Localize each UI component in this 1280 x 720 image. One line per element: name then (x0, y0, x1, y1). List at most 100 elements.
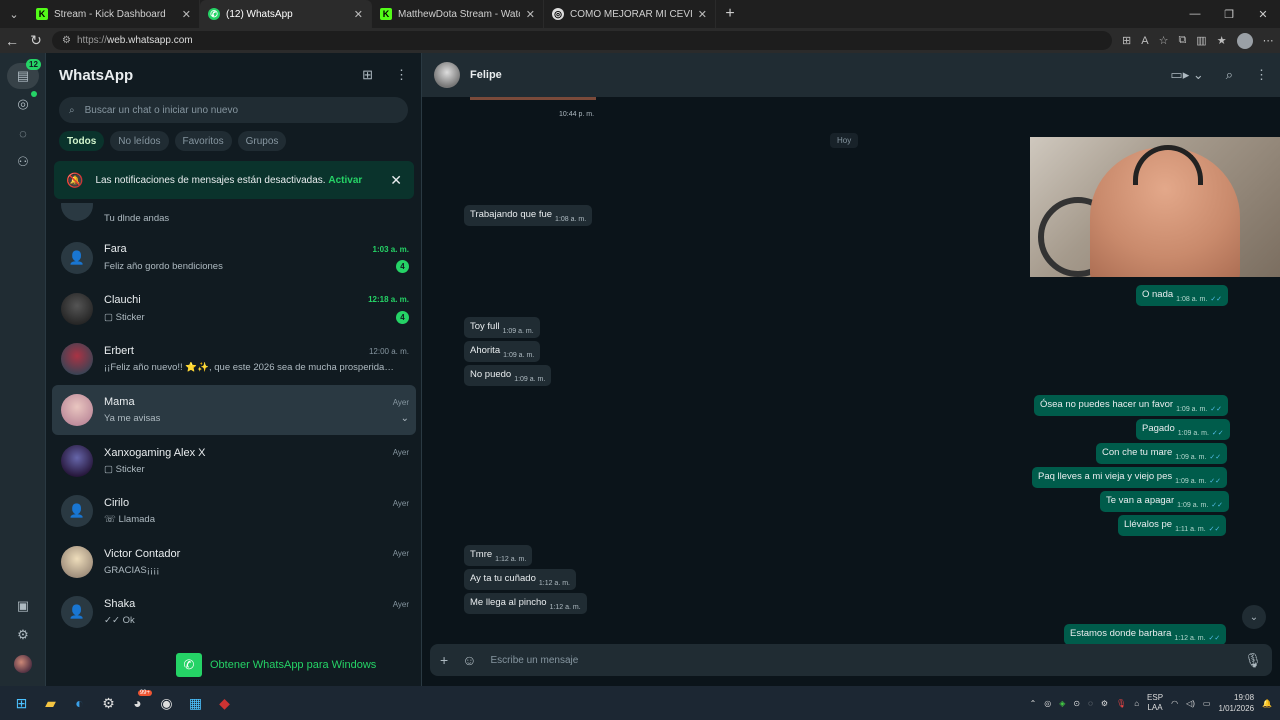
video-call-icon[interactable]: ▭▸ ⌄ (1170, 67, 1203, 83)
filter-no-leidos[interactable]: No leídos (110, 131, 169, 151)
photos-icon[interactable]: ▦ (181, 689, 210, 718)
media-message[interactable] (470, 97, 596, 100)
close-icon[interactable]: ✕ (354, 8, 363, 21)
dota-icon[interactable]: ◆ (210, 689, 239, 718)
app-available-icon[interactable]: ⊞ (1122, 34, 1131, 47)
tab-whatsapp[interactable]: ✆ (12) WhatsApp ✕ (200, 0, 372, 28)
tray-app-icon[interactable]: ◎ (1044, 699, 1051, 708)
tray-app-icon[interactable]: ⊙ (1073, 699, 1080, 708)
list-item[interactable]: 👤 Cirilo Ayer ☏ Llamada (46, 486, 422, 537)
list-item[interactable]: Clauchi 12:18 a. m. ▢ Sticker 4 (46, 284, 422, 335)
filter-todos[interactable]: Todos (59, 131, 105, 151)
search-input[interactable]: ⌕ Buscar un chat o iniciar uno nuevo (59, 97, 408, 123)
communities-icon[interactable]: ⚇ (13, 152, 33, 172)
favorite-star-icon[interactable]: ☆ (1159, 34, 1169, 47)
tray-app-icon[interactable]: ◈ (1059, 699, 1065, 708)
tray-app-icon[interactable]: ◌ (1088, 699, 1093, 708)
steam-icon[interactable]: ⚙ (94, 689, 123, 718)
collections-icon[interactable]: ★ (1217, 34, 1227, 47)
media-icon[interactable]: ▣ (13, 596, 33, 616)
restore-icon[interactable]: ❐ (1212, 0, 1246, 28)
emoji-icon[interactable]: ☺ (462, 652, 476, 668)
settings-icon[interactable]: ⚙ (13, 625, 33, 645)
new-tab-button[interactable]: + (716, 0, 744, 28)
incoming-message[interactable]: 10:44 p. m. (550, 107, 600, 121)
list-item[interactable]: 👤 Fara 1:03 a. m. Feliz año gordo bendicion… (46, 233, 422, 284)
language-indicator[interactable]: ESP LAA (1147, 693, 1163, 713)
contact-name[interactable]: Felipe (470, 69, 1148, 81)
file-explorer-icon[interactable]: ▰ (36, 689, 65, 718)
search-icon[interactable]: ⌕ (1226, 67, 1233, 83)
conversation-header[interactable]: Felipe ▭▸ ⌄ ⌕ ⋮ (422, 53, 1280, 97)
site-info-icon[interactable]: ⚙ (62, 35, 71, 46)
close-icon[interactable]: ✕ (182, 8, 191, 21)
menu-icon[interactable]: ⋮ (395, 67, 408, 83)
outgoing-message[interactable]: Paq lleves a mi vieja y viejo pes 1:09 a.… (1032, 467, 1227, 488)
read-aloud-icon[interactable]: A (1141, 35, 1148, 47)
outgoing-message[interactable]: Llévalos pe 1:11 a. m. ✓✓ (1118, 515, 1227, 536)
scroll-down-icon[interactable]: ⌄ (1242, 605, 1266, 629)
close-icon[interactable]: ✕ (390, 172, 402, 189)
notifications-icon[interactable]: 🔔 (1262, 699, 1272, 708)
menu-icon[interactable]: ⋮ (1255, 67, 1268, 83)
close-icon[interactable]: ✕ (526, 8, 535, 21)
outgoing-message[interactable]: Estamos donde barbara 1:12 a. m. ✓✓ (1064, 624, 1227, 645)
filter-grupos[interactable]: Grupos (237, 131, 287, 151)
tray-steam-icon[interactable]: ⚙ (1101, 699, 1108, 708)
attach-icon[interactable]: + (440, 652, 448, 668)
tray-overflow-icon[interactable]: ⌃ (1030, 699, 1037, 708)
new-chat-icon[interactable]: ⊞ (362, 67, 373, 83)
close-icon[interactable]: ✕ (698, 8, 707, 21)
tray-mic-icon[interactable]: 🎙 (1116, 699, 1126, 708)
tab-kick-dashboard[interactable]: K Stream - Kick Dashboard ✕ (28, 0, 200, 28)
minimize-icon[interactable]: — (1178, 0, 1212, 28)
tray-app-icon[interactable]: ⌂ (1134, 699, 1139, 708)
wifi-icon[interactable]: ◠ (1171, 699, 1178, 708)
profile-avatar[interactable] (14, 655, 32, 673)
address-bar[interactable]: ⚙ https://web.whatsapp.com (52, 31, 1112, 50)
mic-icon[interactable]: 🎙 (1244, 652, 1262, 669)
edge-icon[interactable]: ◐ (65, 689, 94, 718)
incoming-message[interactable]: Ahorita 1:09 a. m. (464, 341, 541, 362)
outgoing-message[interactable]: Con che tu mare 1:09 a. m. ✓✓ (1096, 443, 1228, 464)
avatar[interactable] (434, 62, 460, 88)
message-input[interactable]: Escribe un mensaje (490, 655, 578, 666)
list-item[interactable]: Victor Contador Ayer GRACIAS¡¡¡¡ (46, 537, 422, 588)
extensions-icon[interactable]: ⧉ (1178, 34, 1186, 47)
windows-start-icon[interactable]: ⊞ (7, 689, 36, 718)
list-item[interactable]: 👤 Shaka Ayer ✓✓ Ok (46, 587, 422, 638)
channels-icon[interactable]: ◌ (13, 123, 33, 143)
list-item[interactable]: Tu dlnde andas (46, 203, 422, 233)
incoming-message[interactable]: Ay ta tu cuñado 1:12 a. m. (464, 569, 576, 590)
clock[interactable]: 19:08 1/01/2026 (1218, 692, 1254, 714)
back-icon[interactable]: ← (0, 33, 24, 49)
discord-icon[interactable]: ◕ 99+ (123, 689, 152, 718)
close-window-icon[interactable]: ✕ (1246, 0, 1280, 28)
browser-menu-icon[interactable]: ⋯ (1263, 34, 1274, 47)
status-icon[interactable]: ◎ (13, 94, 33, 114)
incoming-message[interactable]: Me llega al pincho 1:12 a. m. (464, 593, 587, 614)
chevron-down-icon[interactable]: ⌄ (401, 413, 409, 424)
profile-avatar[interactable] (1236, 32, 1253, 49)
incoming-message[interactable]: Tmre 1:12 a. m. (464, 545, 533, 566)
outgoing-message[interactable]: Ósea no puedes hacer un favor 1:09 a. m. ✓… (1034, 395, 1228, 416)
list-item[interactable]: Mama Ayer Ya me avisas ⌄ (52, 384, 416, 436)
tab-ceviche[interactable]: ◎ COMO MEJORAR MI CEVICHE SI T ✕ (544, 0, 716, 28)
incoming-message[interactable]: Toy full 1:09 a. m. (464, 317, 540, 338)
tab-actions-menu-icon[interactable]: ⌄ (0, 0, 28, 28)
battery-icon[interactable]: ▭ (1203, 699, 1211, 708)
obs-icon[interactable]: ◉ (152, 689, 181, 718)
reload-icon[interactable]: ↻ (24, 32, 48, 49)
outgoing-message[interactable]: O nada 1:08 a. m. ✓✓ (1136, 285, 1229, 306)
get-whatsapp-windows[interactable]: ✆ Obtener WhatsApp para Windows (176, 653, 376, 677)
list-item[interactable]: Xanxogaming Alex X Ayer ▢ Sticker (46, 435, 422, 486)
volume-icon[interactable]: ◁) (1186, 699, 1195, 708)
incoming-message[interactable]: Trabajando que fue 1:08 a. m. (464, 205, 593, 226)
tab-matthewdota[interactable]: K MatthewDota Stream - Watch Liv ✕ (372, 0, 544, 28)
incoming-message[interactable]: No puedo 1:09 a. m. (464, 365, 552, 386)
split-screen-icon[interactable]: ▥ (1196, 34, 1206, 47)
outgoing-message[interactable]: Pagado 1:09 a. m. ✓✓ (1136, 419, 1230, 440)
outgoing-message[interactable]: Te van a apagar 1:09 a. m. ✓✓ (1100, 491, 1230, 512)
list-item[interactable]: Erbert 12:00 a. m. ¡¡Feliz año nuevo!! ⭐✨,… (46, 334, 422, 385)
activate-link[interactable]: Activar (328, 175, 362, 186)
